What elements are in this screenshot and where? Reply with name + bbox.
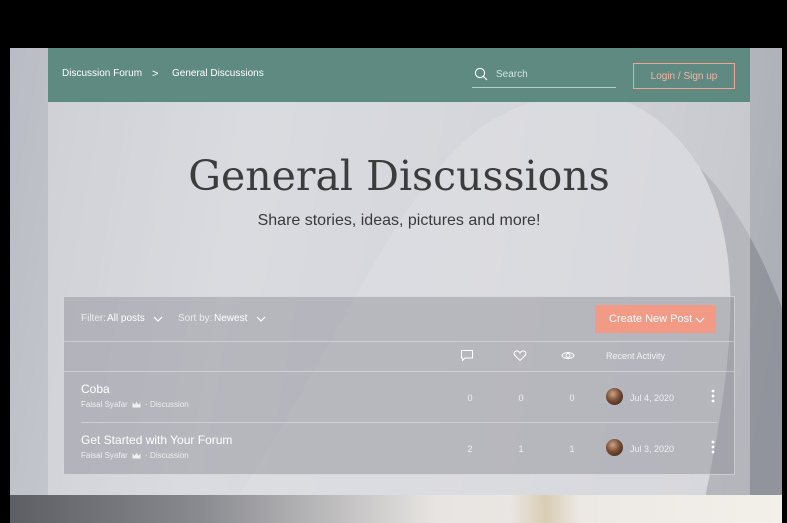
recent-activity-header: Recent Activity (606, 351, 666, 361)
search-underline (472, 87, 616, 88)
post-category[interactable]: · Discussion (145, 400, 189, 409)
search-icon[interactable] (474, 67, 488, 81)
filter-dropdown[interactable]: All posts (107, 313, 145, 324)
post-title[interactable]: Coba (81, 382, 110, 396)
activity-date: Jul 4, 2020 (630, 393, 675, 403)
background-photo-strip (10, 495, 782, 523)
crown-icon (132, 453, 141, 459)
chevron-down-icon[interactable] (256, 315, 266, 323)
chevron-down-icon[interactable] (695, 316, 705, 324)
view-count: 1 (569, 444, 575, 454)
breadcrumb-forum-link[interactable]: Discussion Forum (62, 68, 142, 79)
forum-header: Discussion Forum > General Discussions S… (48, 48, 750, 102)
comment-count: 0 (467, 393, 473, 403)
post-author[interactable]: Faisal Syafar (81, 451, 128, 460)
view-count: 0 (569, 393, 575, 403)
breadcrumb-separator: > (152, 68, 159, 80)
login-signup-button[interactable]: Login / Sign up (633, 63, 735, 89)
sort-label: Sort by: (178, 313, 213, 324)
video-letterbox-top (0, 0, 787, 48)
activity-date: Jul 3, 2020 (630, 444, 675, 454)
forum-content: Discussion Forum > General Discussions S… (48, 48, 750, 495)
eye-icon (561, 352, 575, 359)
create-new-post-label: Create New Post (609, 313, 693, 325)
heart-icon (513, 350, 527, 362)
more-options-icon[interactable] (711, 439, 715, 455)
post-row[interactable]: Coba Faisal Syafar · Discussion 0 0 0 Ju… (64, 372, 734, 422)
post-meta: Faisal Syafar · Discussion (81, 451, 189, 460)
toolbar-divider (64, 341, 734, 342)
breadcrumb-current: General Discussions (172, 68, 264, 79)
chevron-down-icon[interactable] (153, 315, 163, 323)
like-count: 1 (518, 444, 524, 454)
comment-count: 2 (467, 444, 473, 454)
crown-icon (132, 402, 141, 408)
page-subtitle: Share stories, ideas, pictures and more! (257, 212, 541, 229)
video-letterbox-left (0, 48, 10, 523)
post-author[interactable]: Faisal Syafar (81, 400, 128, 409)
like-count: 0 (518, 393, 524, 403)
avatar[interactable] (606, 388, 623, 405)
create-new-post-button[interactable]: Create New Post (595, 305, 716, 333)
browser-viewport: Discussion Forum > General Discussions S… (10, 48, 782, 523)
post-title[interactable]: Get Started with Your Forum (81, 433, 232, 447)
comment-icon (461, 350, 473, 362)
video-letterbox-right (782, 48, 787, 523)
avatar[interactable] (606, 439, 623, 456)
post-meta: Faisal Syafar · Discussion (81, 400, 189, 409)
post-category[interactable]: · Discussion (145, 451, 189, 460)
search-input[interactable]: Search (496, 69, 528, 80)
background-hair-detail (510, 495, 580, 523)
more-options-icon[interactable] (711, 388, 715, 404)
sort-dropdown[interactable]: Newest (214, 313, 247, 324)
page-title: General Discussions (188, 152, 610, 200)
filter-label: Filter: (81, 313, 106, 324)
posts-panel: Filter: All posts Sort by: Newest Create… (63, 296, 735, 475)
post-row[interactable]: Get Started with Your Forum Faisal Syafa… (64, 423, 734, 473)
